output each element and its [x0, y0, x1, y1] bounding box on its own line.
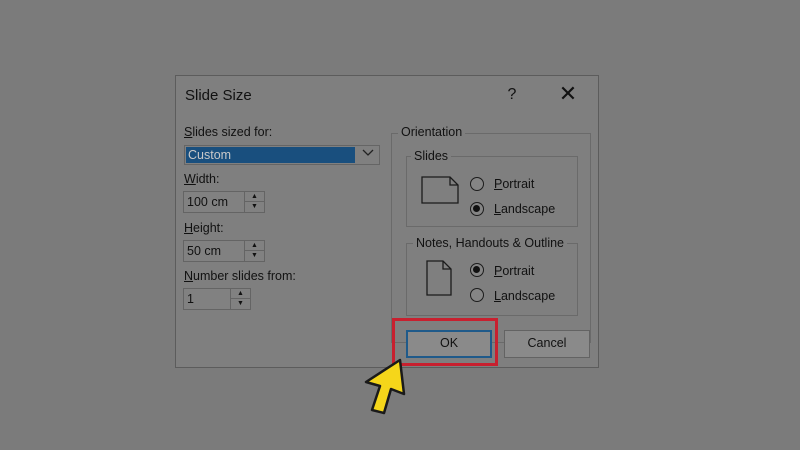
width-up-arrow-icon[interactable]: ▲	[245, 192, 264, 202]
number-down-arrow-icon[interactable]: ▼	[231, 299, 250, 309]
landscape-page-icon	[421, 176, 459, 204]
notes-landscape-radio[interactable]	[470, 288, 484, 302]
pointer-cursor-icon	[364, 358, 406, 415]
dialog-titlebar: Slide Size ? ✕	[176, 76, 598, 116]
notes-group-title: Notes, Handouts & Outline	[413, 236, 567, 250]
orientation-title: Orientation	[398, 125, 466, 139]
slides-sized-for-value: Custom	[186, 147, 355, 163]
slides-portrait-radio[interactable]	[470, 177, 484, 191]
close-icon[interactable]: ✕	[554, 82, 582, 108]
height-down-arrow-icon[interactable]: ▼	[245, 251, 264, 261]
height-label: Height:	[184, 221, 224, 235]
height-spin-buttons: ▲ ▼	[244, 241, 264, 261]
cancel-button[interactable]: Cancel	[504, 330, 590, 358]
height-up-arrow-icon[interactable]: ▲	[245, 241, 264, 251]
notes-landscape-label[interactable]: Landscape	[494, 289, 555, 303]
slides-landscape-radio[interactable]	[470, 202, 484, 216]
slides-group-title: Slides	[411, 149, 452, 163]
number-slides-spinner[interactable]: 1 ▲ ▼	[183, 288, 251, 310]
width-spinner[interactable]: 100 cm ▲ ▼	[183, 191, 265, 213]
width-label: Width:	[184, 172, 220, 186]
number-up-arrow-icon[interactable]: ▲	[231, 289, 250, 299]
width-input[interactable]: 100 cm	[187, 195, 228, 209]
notes-portrait-radio[interactable]	[470, 263, 484, 277]
slide-size-dialog: Slide Size ? ✕ Slides sized for: Custom …	[175, 75, 599, 368]
slides-sized-for-dropdown[interactable]: Custom	[184, 145, 380, 165]
width-down-arrow-icon[interactable]: ▼	[245, 202, 264, 212]
dialog-title: Slide Size	[185, 87, 252, 104]
slides-portrait-label[interactable]: Portrait	[494, 177, 534, 191]
height-input[interactable]: 50 cm	[187, 244, 221, 258]
help-button[interactable]: ?	[499, 82, 525, 108]
number-spin-buttons: ▲ ▼	[230, 289, 250, 309]
portrait-page-icon	[426, 260, 452, 296]
width-spin-buttons: ▲ ▼	[244, 192, 264, 212]
number-slides-input[interactable]: 1	[187, 292, 194, 306]
number-slides-from-label: Number slides from:	[184, 269, 296, 283]
notes-portrait-label[interactable]: Portrait	[494, 264, 534, 278]
height-spinner[interactable]: 50 cm ▲ ▼	[183, 240, 265, 262]
chevron-down-icon[interactable]	[359, 148, 377, 162]
slides-sized-for-label: Slides sized for:	[184, 125, 273, 139]
slides-landscape-label[interactable]: Landscape	[494, 202, 555, 216]
